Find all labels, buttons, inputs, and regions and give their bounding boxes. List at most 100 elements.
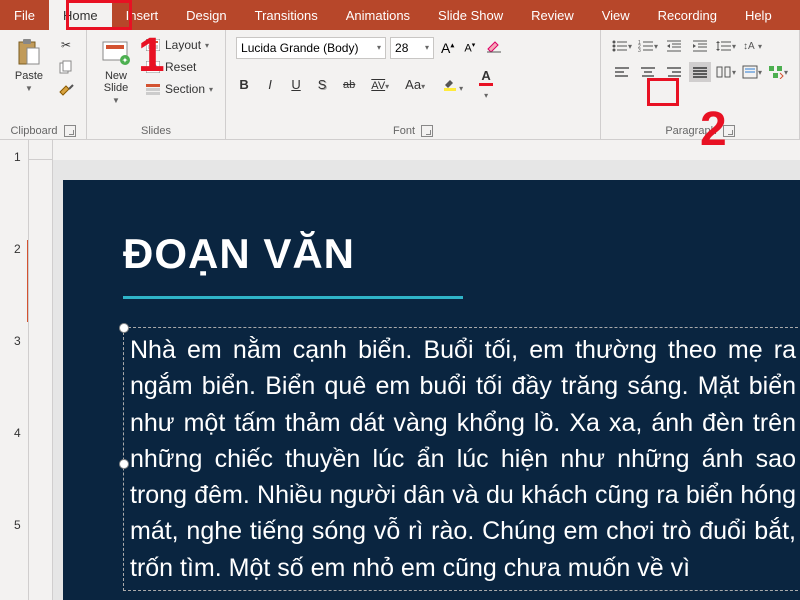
shadow-button[interactable]: S — [314, 76, 330, 93]
svg-text:3: 3 — [638, 48, 641, 53]
tab-insert[interactable]: Insert — [112, 0, 173, 30]
body-textbox[interactable]: Nhà em nằm cạnh biển. Buổi tối, em thườn… — [123, 327, 800, 591]
tab-slideshow[interactable]: Slide Show — [424, 0, 517, 30]
tab-file[interactable]: File — [0, 0, 49, 30]
ruler-corner — [29, 140, 53, 160]
italic-button[interactable]: I — [262, 76, 278, 93]
paragraph-label: Paragraph — [665, 125, 716, 137]
paste-button[interactable]: Paste ▼ — [10, 36, 48, 95]
smartart-button[interactable]: ▾ — [767, 62, 789, 82]
chevron-down-icon: ▾ — [205, 41, 209, 50]
align-right-button[interactable] — [663, 62, 685, 82]
thumb-number: 4 — [14, 426, 21, 504]
font-size-value: 28 — [395, 41, 408, 55]
resize-handle[interactable] — [119, 323, 129, 333]
resize-handle[interactable] — [119, 459, 129, 469]
reset-icon — [145, 59, 161, 75]
format-painter-button[interactable] — [56, 80, 76, 98]
align-text-button[interactable]: ▾ — [741, 62, 763, 82]
bullets-button[interactable]: ▾ — [611, 36, 633, 56]
increase-indent-button[interactable] — [689, 36, 711, 56]
grow-font-button[interactable]: A▴ — [438, 39, 457, 57]
highlight-button[interactable]: ▾ — [438, 74, 466, 95]
tab-home[interactable]: Home — [49, 0, 112, 30]
thumb-number: 1 — [14, 150, 21, 228]
slide: ĐOẠN VĂN Nhà em nằm cạnh biển. Buổi tối,… — [63, 180, 800, 600]
paste-label: Paste — [15, 70, 43, 82]
canvas-area: 2 1 1 2 3 4 ĐOẠN VĂN — [29, 140, 800, 600]
tab-review[interactable]: Review — [517, 0, 588, 30]
new-slide-label: New Slide — [104, 70, 128, 94]
copy-icon — [58, 59, 74, 75]
tab-recording[interactable]: Recording — [644, 0, 731, 30]
work-area: 1 PRESENTATION TITLE Presentation taglin… — [0, 140, 800, 600]
tab-design[interactable]: Design — [172, 0, 240, 30]
strike-button[interactable]: ab — [340, 78, 358, 92]
chevron-down-icon: ▼ — [112, 96, 120, 105]
text-direction-button[interactable]: ↕A▾ — [741, 36, 763, 56]
font-name-value: Lucida Grande (Body) — [241, 41, 358, 55]
svg-text:✦: ✦ — [122, 56, 129, 65]
vertical-ruler[interactable] — [29, 160, 53, 600]
tab-help[interactable]: Help — [731, 0, 786, 30]
paste-icon — [14, 38, 44, 68]
align-center-button[interactable] — [637, 62, 659, 82]
change-case-button[interactable]: Aa▾ — [402, 76, 428, 93]
slides-label: Slides — [141, 125, 171, 137]
clipboard-label: Clipboard — [10, 125, 57, 137]
body-text: Nhà em nằm cạnh biển. Buổi tối, em thườn… — [130, 336, 796, 582]
decrease-indent-button[interactable] — [663, 36, 685, 56]
char-spacing-button[interactable]: AV▾ — [368, 76, 392, 93]
group-slides: ✦ New Slide ▼ Layout ▾ Reset Section ▾ S… — [87, 30, 226, 139]
font-color-button[interactable]: A▾ — [476, 67, 496, 102]
slide-title[interactable]: ĐOẠN VĂN — [123, 230, 800, 278]
numbering-button[interactable]: 123▾ — [637, 36, 659, 56]
font-launcher[interactable] — [421, 125, 433, 137]
tab-transitions[interactable]: Transitions — [241, 0, 332, 30]
reset-button[interactable]: Reset — [143, 58, 215, 76]
section-label: Section — [165, 82, 205, 96]
section-button[interactable]: Section ▾ — [143, 80, 215, 98]
shrink-font-button[interactable]: A▾ — [461, 40, 478, 56]
font-label: Font — [393, 125, 415, 137]
chevron-down-icon: ▾ — [425, 43, 429, 52]
align-left-button[interactable] — [611, 62, 633, 82]
justify-button[interactable] — [689, 62, 711, 82]
tab-animations[interactable]: Animations — [332, 0, 424, 30]
layout-icon — [145, 37, 161, 53]
layout-button[interactable]: Layout ▾ — [143, 36, 215, 54]
group-font: Lucida Grande (Body)▾ 28▾ A▴ A▾ B I U S … — [226, 30, 601, 139]
layout-label: Layout — [165, 38, 201, 52]
font-size-select[interactable]: 28 ▾ — [390, 37, 434, 59]
thumb-number: 3 — [14, 334, 21, 412]
cut-icon: ✂ — [58, 37, 74, 53]
chevron-down-icon: ▼ — [25, 84, 33, 93]
underline-button[interactable]: U — [288, 76, 304, 93]
slide-canvas[interactable]: ĐOẠN VĂN Nhà em nằm cạnh biển. Buổi tối,… — [53, 160, 800, 600]
cut-button[interactable]: ✂ — [56, 36, 76, 54]
reset-label: Reset — [165, 60, 196, 74]
section-icon — [145, 81, 161, 97]
clipboard-launcher[interactable] — [64, 125, 76, 137]
thumb-number: 5 — [14, 518, 21, 548]
divider — [123, 296, 463, 299]
new-slide-button[interactable]: ✦ New Slide ▼ — [97, 36, 135, 107]
tab-view[interactable]: View — [588, 0, 644, 30]
group-clipboard: Paste ▼ ✂ Clipboard — [0, 30, 87, 139]
bold-button[interactable]: B — [236, 76, 252, 93]
line-spacing-button[interactable]: ▾ — [715, 36, 737, 56]
chevron-down-icon: ▾ — [377, 43, 381, 52]
font-name-select[interactable]: Lucida Grande (Body) ▾ — [236, 37, 386, 59]
paragraph-launcher[interactable] — [723, 125, 735, 137]
copy-button[interactable] — [56, 58, 76, 76]
clear-format-button[interactable] — [482, 36, 506, 59]
thumbnail-pane[interactable]: 1 PRESENTATION TITLE Presentation taglin… — [0, 140, 29, 600]
ribbon-tabs: File Home Insert Design Transitions Anim… — [0, 0, 800, 30]
group-paragraph: ▾ 123▾ ▾ ↕A▾ ▾ ▾ ▾ Paragraph — [601, 30, 800, 139]
columns-button[interactable]: ▾ — [715, 62, 737, 82]
chevron-down-icon: ▾ — [209, 85, 213, 94]
svg-text:↕A: ↕A — [743, 41, 755, 52]
ribbon: Paste ▼ ✂ Clipboard ✦ New Slide ▼ — [0, 30, 800, 140]
new-slide-icon: ✦ — [101, 38, 131, 68]
thumb-number: 2 — [14, 242, 21, 320]
